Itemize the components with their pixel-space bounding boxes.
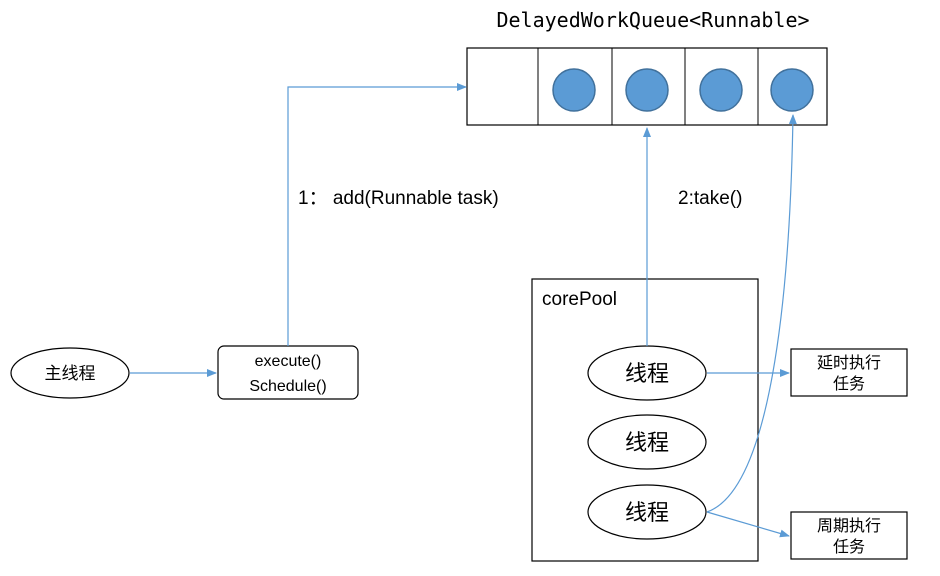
main-thread-node: 主线程 bbox=[10, 347, 130, 399]
executor-node: execute() Schedule() bbox=[217, 345, 359, 400]
core-pool: corePool 线程 线程 线程 bbox=[531, 278, 759, 562]
queue-title: DelayedWorkQueue<Runnable> bbox=[496, 8, 809, 32]
delayed-work-queue bbox=[466, 47, 828, 126]
periodic-task-line2: 任务 bbox=[833, 538, 865, 556]
periodic-task-node: 周期执行 任务 bbox=[790, 511, 908, 560]
add-label: 1： add(Runnable task) bbox=[298, 188, 499, 209]
thread-label: 线程 bbox=[625, 500, 669, 525]
thread-label: 线程 bbox=[625, 430, 669, 455]
thread-label: 线程 bbox=[625, 361, 669, 386]
executor-schedule-label: Schedule() bbox=[249, 378, 326, 395]
add-arrow bbox=[287, 83, 467, 346]
take-label: 2:take() bbox=[678, 188, 742, 209]
delayed-task-line2: 任务 bbox=[833, 375, 865, 393]
thread-pool-diagram: DelayedWorkQueue<Runnable> 主线程 execute()… bbox=[10, 8, 908, 562]
delayed-task-node: 延时执行 任务 bbox=[790, 348, 908, 397]
periodic-task-line1: 周期执行 bbox=[817, 517, 881, 535]
queue-item bbox=[552, 68, 596, 112]
core-pool-label: corePool bbox=[542, 289, 617, 310]
delayed-task-line1: 延时执行 bbox=[817, 354, 881, 372]
queue-item bbox=[770, 68, 814, 112]
main-thread-label: 主线程 bbox=[45, 364, 96, 383]
executor-execute-label: execute() bbox=[255, 353, 322, 370]
queue-item bbox=[699, 68, 743, 112]
queue-item bbox=[625, 68, 669, 112]
